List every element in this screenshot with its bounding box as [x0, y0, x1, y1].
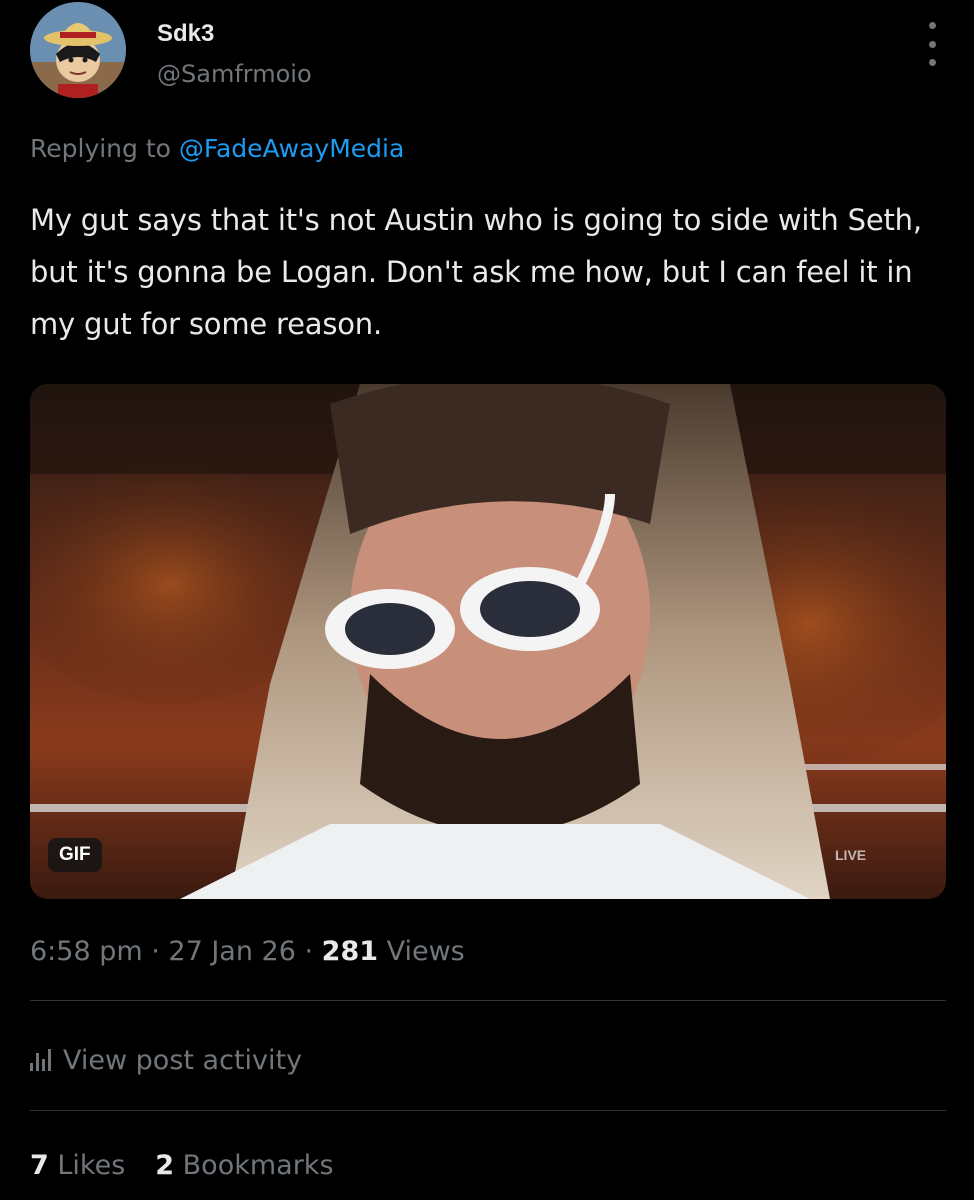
tweet-header: Sdk3 @Samfrmoio — [30, 2, 944, 112]
bookmarks-stat[interactable]: 2 Bookmarks — [155, 1150, 333, 1181]
views-label: Views — [378, 936, 465, 967]
engagement-stats: 7 Likes 2 Bookmarks — [30, 1150, 334, 1181]
gif-frame: LIVE — [30, 384, 946, 899]
view-post-activity-button[interactable]: View post activity — [30, 1040, 302, 1080]
meta-separator: · — [142, 936, 169, 967]
tweet-meta: 6:58 pm · 27 Jan 26 · 281 Views — [30, 936, 465, 967]
more-dot — [928, 40, 936, 48]
replying-to-prefix: Replying to — [30, 134, 179, 163]
live-watermark: LIVE — [835, 847, 866, 863]
reply-mention-link[interactable]: @FadeAwayMedia — [179, 134, 404, 163]
views-count: 281 — [321, 936, 379, 967]
more-dot — [928, 59, 936, 66]
divider — [30, 1000, 946, 1001]
replying-to: Replying to @FadeAwayMedia — [30, 134, 404, 163]
more-dot — [928, 22, 936, 29]
meta-separator: · — [295, 936, 322, 967]
tweet-time[interactable]: 6:58 pm — [30, 936, 143, 967]
divider — [30, 1110, 946, 1111]
display-name[interactable]: Sdk3 — [157, 20, 214, 48]
bookmarks-count: 2 — [155, 1150, 175, 1181]
gif-badge: GIF — [48, 838, 102, 872]
avatar-image — [30, 2, 126, 98]
likes-count: 7 — [30, 1150, 49, 1181]
view-post-activity-label: View post activity — [63, 1044, 303, 1076]
bookmarks-label: Bookmarks — [174, 1150, 334, 1181]
bar-chart-icon — [30, 1049, 51, 1071]
likes-label: Likes — [48, 1150, 126, 1181]
tweet-media-gif[interactable]: LIVE GIF — [30, 384, 946, 899]
tweet-date[interactable]: 27 Jan 26 — [168, 936, 296, 967]
more-vertical-icon[interactable] — [920, 22, 944, 66]
avatar[interactable] — [30, 2, 126, 98]
likes-stat[interactable]: 7 Likes — [30, 1150, 125, 1181]
tweet-text: My gut says that it's not Austin who is … — [30, 203, 922, 341]
user-handle[interactable]: @Samfrmoio — [157, 60, 312, 88]
